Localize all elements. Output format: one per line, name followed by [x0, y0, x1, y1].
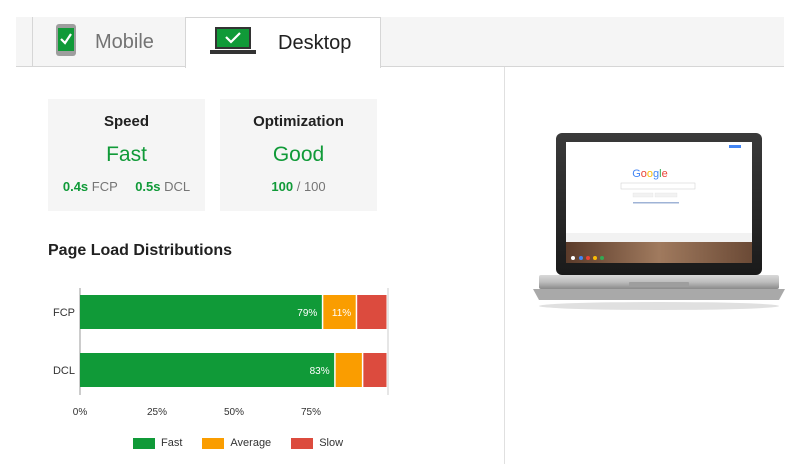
speed-metrics: 0.4s FCP 0.5s DCL: [48, 179, 205, 194]
bar-fast-dcl: [80, 353, 335, 387]
optimization-score-separator: /: [296, 179, 301, 194]
panel-divider: [504, 67, 505, 464]
legend-swatch-fast: [133, 437, 155, 449]
dcl-label: DCL: [164, 179, 191, 194]
legend-item-average: Average: [202, 437, 271, 449]
category-label: FCP: [53, 307, 75, 319]
legend-item-slow: Slow: [291, 437, 343, 449]
speed-value: Fast: [106, 143, 147, 166]
fcp-metric: 0.4s FCP: [63, 179, 118, 194]
optimization-value: Good: [272, 143, 325, 166]
optimization-score: 100 / 100: [220, 179, 377, 194]
optimization-score-value: 100: [271, 179, 294, 194]
bar-data-label: 11%: [332, 308, 351, 319]
svg-text:Google: Google: [632, 168, 668, 180]
chart-legend: Fast Average Slow: [133, 437, 363, 449]
mobile-phone-check-icon: [55, 23, 77, 62]
bar-data-label: 79%: [297, 308, 317, 319]
bar-average-dcl: [335, 353, 362, 387]
laptop-screenshot-image: Google: [533, 133, 785, 310]
bar-data-label: 83%: [310, 366, 330, 377]
x-tick-label: 75%: [301, 407, 321, 418]
bar-slow-fcp: [357, 295, 387, 329]
bar-slow-dcl: [363, 353, 387, 387]
optimization-card: Optimization Good 100 / 100: [220, 99, 377, 211]
x-tick-label: 25%: [147, 407, 167, 418]
optimization-title: Optimization: [253, 113, 344, 130]
legend-swatch-average: [202, 437, 225, 449]
speed-card: Speed Fast 0.4s FCP 0.5s DCL: [48, 99, 205, 211]
optimization-score-max: 100: [303, 179, 326, 194]
tab-mobile-label: Mobile: [95, 30, 154, 53]
fcp-label: FCP: [91, 179, 118, 194]
legend-label-fast: Fast: [161, 437, 183, 449]
tab-desktop[interactable]: Desktop: [185, 17, 381, 68]
bar-fast-fcp: [80, 295, 322, 329]
page-load-distributions-heading: Page Load Distributions: [48, 242, 233, 259]
dcl-value: 0.5s: [135, 179, 161, 194]
legend-label-average: Average: [230, 437, 272, 449]
tab-desktop-label: Desktop: [278, 31, 352, 54]
legend-item-fast: Fast: [133, 437, 182, 449]
speed-title: Speed: [103, 113, 149, 130]
legend-swatch-slow: [291, 437, 314, 449]
desktop-laptop-check-icon: [210, 26, 256, 61]
dcl-metric: 0.5s DCL: [135, 179, 190, 194]
x-tick-label: 0%: [73, 407, 88, 418]
legend-label-slow: Slow: [319, 437, 344, 449]
device-tab-bar: Mobile Desktop: [16, 17, 784, 68]
tab-mobile[interactable]: Mobile: [32, 17, 200, 67]
page-load-distribution-chart: FCP 79% 11% DCL 83% 0% 25% 50% 75%: [53, 288, 389, 418]
fcp-value: 0.4s: [62, 179, 89, 194]
category-label: DCL: [53, 365, 75, 377]
x-tick-label: 50%: [224, 407, 244, 418]
